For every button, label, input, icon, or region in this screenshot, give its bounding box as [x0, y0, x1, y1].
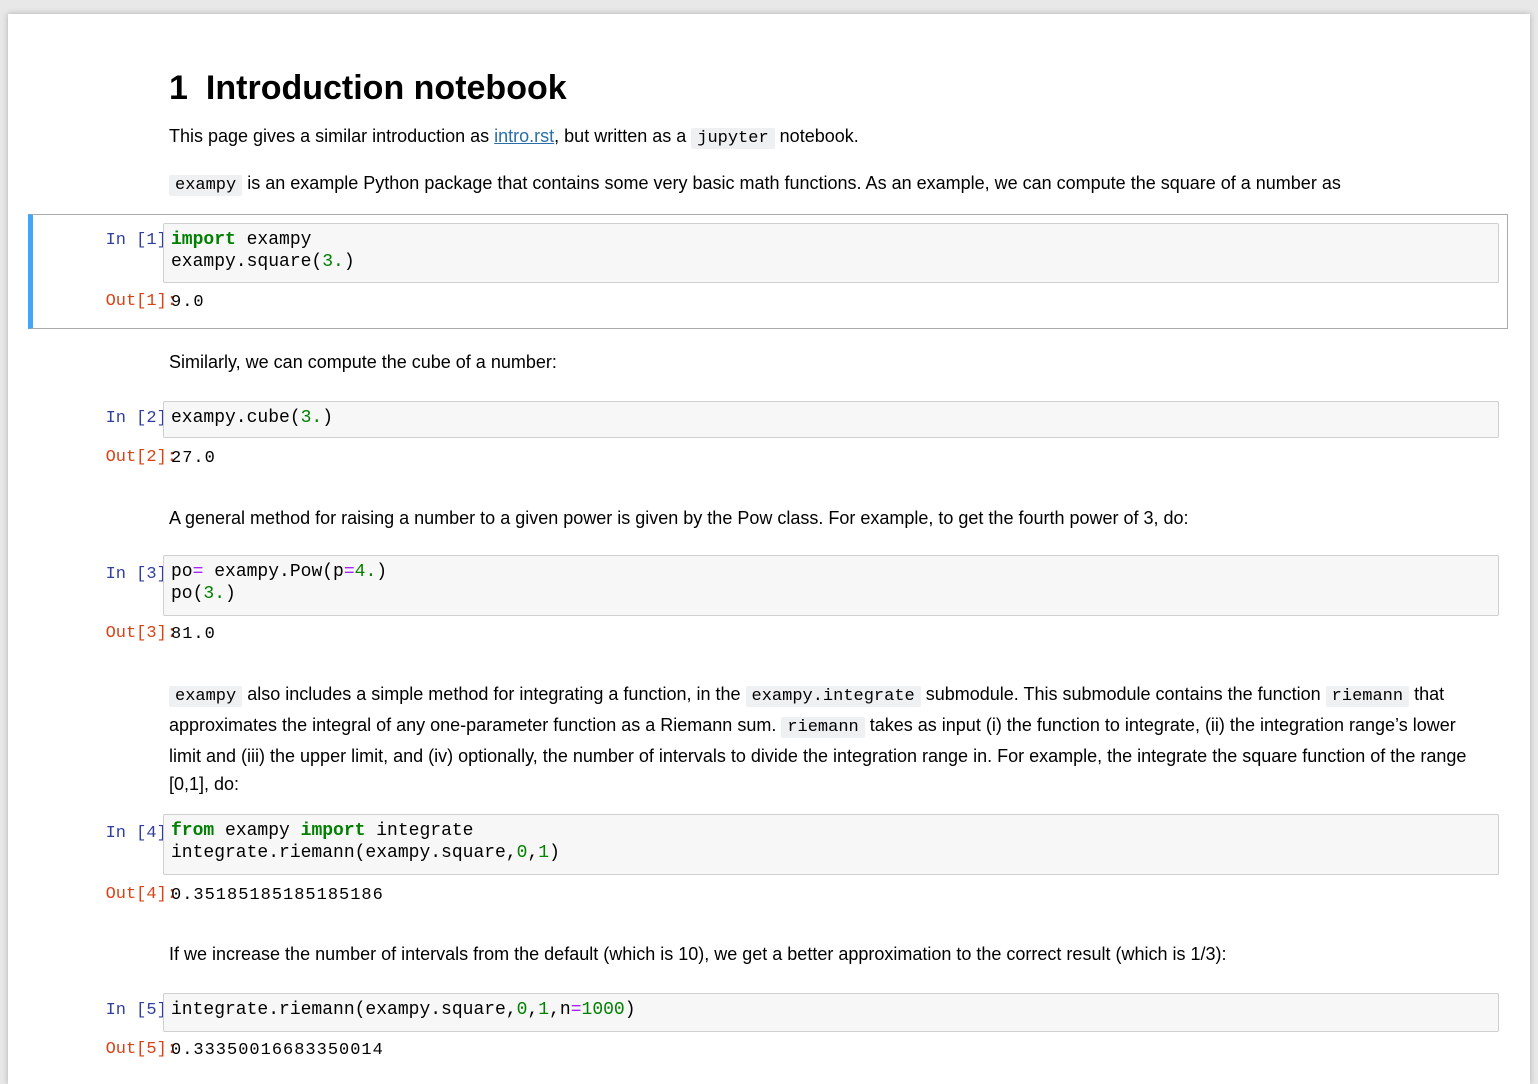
output-text: 0.33350016683350014 [171, 1041, 384, 1060]
code-editor[interactable]: exampy.cube(3.) [163, 401, 1499, 438]
code-text: , [527, 843, 539, 863]
number: 3. [203, 584, 226, 604]
number: 1 [538, 1000, 550, 1020]
output-text: 27.0 [171, 449, 216, 468]
code-text: exampy [214, 821, 301, 841]
keyword: import [300, 821, 366, 841]
code-cell-4[interactable]: In [4]: from exampy import integrate int… [28, 807, 1508, 909]
keyword: import [171, 230, 236, 250]
input-prompt: In [2]: [105, 409, 177, 428]
number: 0 [516, 1000, 528, 1020]
section-number: 1 [169, 69, 188, 107]
title-text: Introduction notebook [205, 69, 567, 107]
number: 1000 [581, 1000, 625, 1020]
code-text: integrate.riemann(exampy.square, [171, 843, 517, 863]
operator: = [570, 1000, 582, 1020]
code-text: ,n [549, 1000, 571, 1020]
notebook-page: 1 Introduction notebook This page gives a… [8, 14, 1530, 1084]
code-cell-1[interactable]: In [1]: import exampy exampy.square(3.) … [28, 214, 1508, 329]
code-text: exampy.cube( [171, 408, 301, 428]
input-prompt: In [5]: [105, 1001, 177, 1020]
text: also includes a simple method for integr… [242, 684, 746, 704]
intro-paragraph-1: This page gives a similar introduction a… [169, 122, 1490, 153]
number: 4. [354, 562, 377, 582]
code-text: integrate.riemann(exampy.square, [171, 1000, 517, 1020]
operator: = [192, 562, 204, 582]
output-prompt: Out[4]: [105, 885, 177, 904]
inline-code: exampy [169, 175, 243, 196]
markdown-general: A general method for raising a number to… [169, 508, 1189, 528]
inline-code: riemann [781, 717, 865, 738]
code-text: ) [624, 1000, 636, 1020]
code-text: po( [171, 584, 204, 604]
code-text: ) [376, 562, 388, 582]
inline-code: exampy [169, 686, 243, 707]
code-editor[interactable]: po= exampy.Pow(p=4.) po(3.) [163, 555, 1499, 616]
markdown-similarly: Similarly, we can compute the cube of a … [169, 352, 557, 372]
code-text: exampy.square( [171, 252, 323, 272]
code-text: ) [549, 843, 560, 863]
intro-rst-link[interactable]: intro.rst [494, 126, 554, 146]
page-title: 1 Introduction notebook [169, 66, 567, 110]
code-text: ) [343, 252, 355, 272]
output-text: 9.0 [171, 293, 205, 312]
code-editor[interactable]: integrate.riemann(exampy.square,0,1,n=10… [163, 993, 1499, 1032]
inline-code: exampy.integrate [745, 686, 921, 707]
text: , but written as a [554, 126, 692, 146]
input-prompt: In [3]: [105, 565, 177, 584]
markdown-integrate: exampy also includes a simple method for… [169, 680, 1490, 798]
markdown-increase: If we increase the number of intervals f… [169, 944, 1227, 964]
code-text: exampy.Pow(p [203, 562, 344, 582]
number: 1 [538, 843, 550, 863]
code-text: integrate [365, 821, 474, 841]
input-prompt: In [1]: [105, 231, 177, 250]
code-cell-5[interactable]: In [5]: integrate.riemann(exampy.square,… [28, 986, 1508, 1072]
output-prompt: Out[1]: [105, 292, 177, 311]
output-prompt: Out[3]: [105, 624, 177, 643]
output-prompt: Out[5]: [105, 1040, 177, 1059]
operator: = [343, 562, 355, 582]
text: This page gives a similar introduction a… [169, 126, 495, 146]
keyword: from [171, 821, 215, 841]
intro-paragraph-2: exampy is an example Python package that… [169, 169, 1490, 200]
text: is an example Python package that contai… [242, 173, 1341, 193]
code-text: exampy [235, 230, 312, 250]
code-editor[interactable]: import exampy exampy.square(3.) [163, 223, 1499, 283]
number: 3. [300, 408, 323, 428]
code-cell-2[interactable]: In [2]: exampy.cube(3.) Out[2]: 27.0 [28, 394, 1508, 476]
output-text: 0.35185185185185186 [171, 886, 384, 905]
code-text: , [527, 1000, 539, 1020]
number: 0 [516, 843, 528, 863]
output-text: 81.0 [171, 625, 216, 644]
output-prompt: Out[2]: [105, 448, 177, 467]
code-text: ) [322, 408, 334, 428]
inline-code: riemann [1325, 686, 1410, 707]
input-prompt: In [4]: [105, 824, 177, 843]
code-editor[interactable]: from exampy import integrate integrate.r… [163, 814, 1499, 875]
text: notebook. [774, 126, 859, 146]
code-text: po [171, 562, 193, 582]
number: 3. [322, 252, 344, 272]
text: submodule. This submodule contains the f… [920, 684, 1326, 704]
code-cell-3[interactable]: In [3]: po= exampy.Pow(p=4.) po(3.) Out[… [28, 548, 1508, 650]
inline-code: jupyter [691, 128, 775, 149]
code-text: ) [225, 584, 236, 604]
